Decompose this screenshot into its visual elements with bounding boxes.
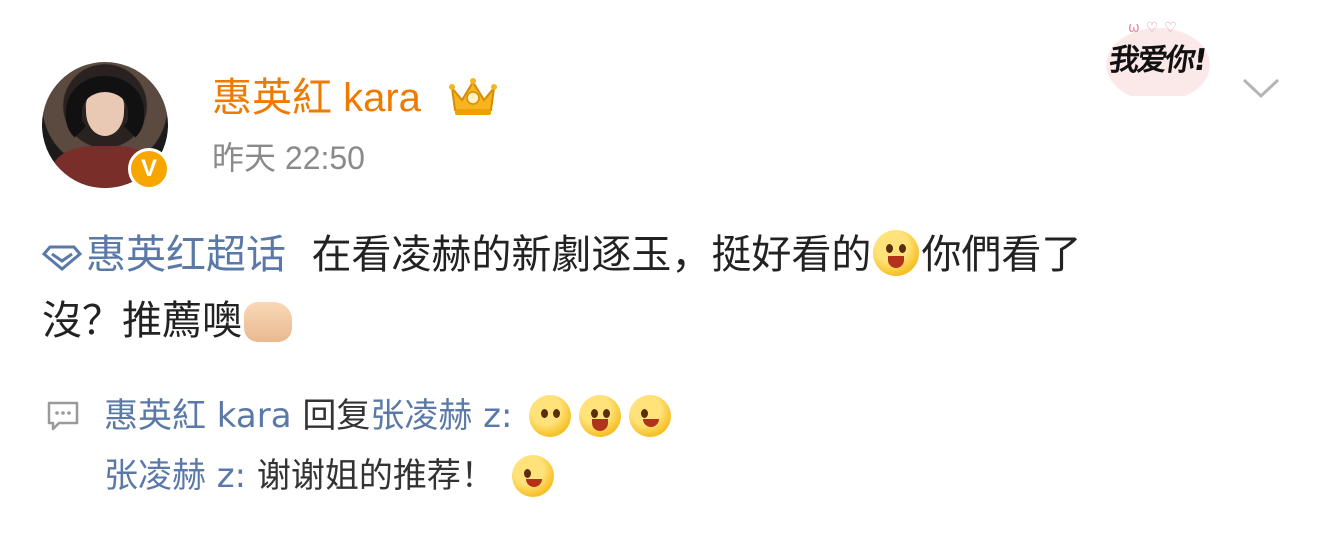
- comment-item[interactable]: 张凌赫 z: 谢谢姐的推荐！: [42, 448, 673, 508]
- happy-face-emoji-icon: [873, 230, 920, 276]
- comment-author[interactable]: 惠英紅 kara: [104, 396, 292, 436]
- avatar-hair: [66, 76, 144, 146]
- post-body: 惠英红超话 在看凌赫的新劇逐玉，挺好看的 你們看了 沒？推薦噢: [42, 222, 1292, 354]
- wink-emoji-icon: [511, 455, 554, 497]
- verified-badge-icon: V: [128, 148, 170, 190]
- post-text-mid: 你們看了: [921, 232, 1082, 278]
- comment-text: 谢谢姐的推荐！: [246, 456, 495, 496]
- comment-bubble-icon: [47, 401, 79, 431]
- diamond-topic-icon: [42, 245, 82, 271]
- comments-section: 惠英紅 kara 回复张凌赫 z: 张凌赫 z: 谢谢姐的推荐！: [42, 388, 673, 508]
- crown-vip-icon[interactable]: [446, 74, 500, 118]
- supertopic-label: 惠英红超话: [86, 232, 286, 278]
- card-decoration-sticker: ω♡♡ 我爱你!: [1092, 18, 1224, 96]
- post-timestamp: 昨天 22:50: [212, 140, 365, 176]
- author-name[interactable]: 惠英紅 kara: [212, 74, 421, 122]
- post-text-line1: 在看凌赫的新劇逐玉，挺好看的: [311, 232, 872, 278]
- grin-hands-emoji-icon: [579, 395, 622, 437]
- chevron-down-icon[interactable]: [1240, 72, 1282, 102]
- supertopic-link[interactable]: 惠英红超话: [42, 232, 286, 278]
- comment-item[interactable]: 惠英紅 kara 回复张凌赫 z:: [42, 388, 673, 448]
- blush-kiss-emoji-icon: [529, 395, 572, 437]
- post-text-line2: 沒？推薦噢: [42, 298, 242, 344]
- comment-reply-to[interactable]: 张凌赫 z:: [370, 396, 512, 436]
- wink-emoji-icon: [629, 395, 672, 437]
- comment-author[interactable]: 张凌赫 z:: [104, 456, 246, 496]
- thumbs-up-emoji-icon: [244, 302, 292, 342]
- sticker-hearts: ω♡♡: [1128, 20, 1183, 36]
- comment-action: 回复: [302, 396, 371, 436]
- sticker-text: 我爱你!: [1107, 43, 1208, 78]
